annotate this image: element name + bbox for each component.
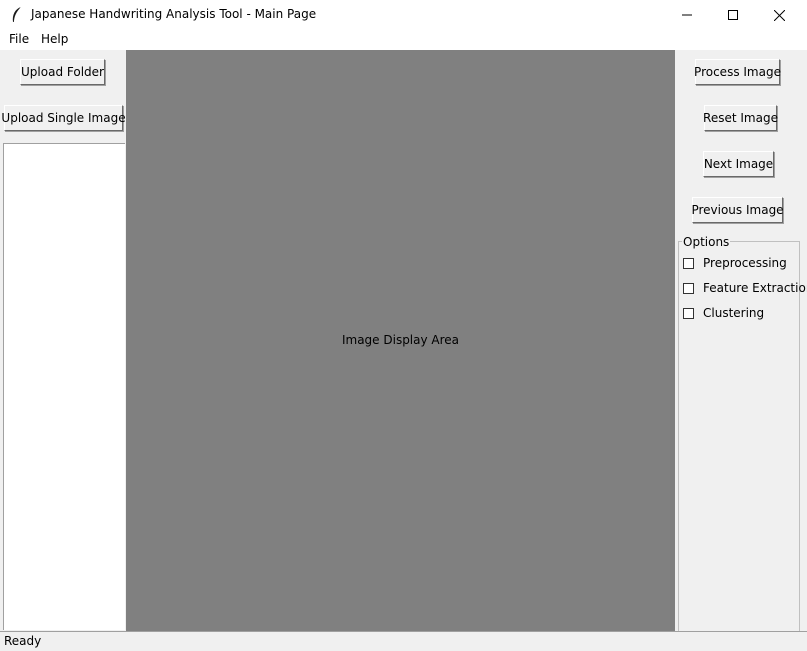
reset-image-button[interactable]: Reset Image [703,105,778,131]
right-panel: Process Image Reset Image Next Image Pre… [675,50,807,631]
menu-help[interactable]: Help [39,32,70,46]
checkbox-label: Clustering [703,306,765,320]
checkbox-label: Feature Extraction [703,281,807,295]
options-title: Options [682,235,731,249]
feather-icon [9,6,25,24]
menu-file[interactable]: File [7,32,31,46]
maximize-icon [728,10,738,20]
status-text: Ready [4,634,42,648]
window-title: Japanese Handwriting Analysis Tool - Mai… [31,7,317,21]
menu-bar: File Help [0,30,807,50]
preprocessing-checkbox[interactable]: Preprocessing [683,254,787,272]
maximize-button[interactable] [710,0,756,30]
minimize-button[interactable] [664,0,710,30]
checkbox-box[interactable] [683,257,694,269]
checkbox-box[interactable] [683,282,694,294]
upload-single-image-button[interactable]: Upload Single Image [1,105,126,131]
next-image-button[interactable]: Next Image [703,151,774,177]
close-icon [773,9,785,21]
left-panel: Upload Folder Upload Single Image [0,50,126,630]
title-bar[interactable]: Japanese Handwriting Analysis Tool - Mai… [0,0,807,30]
upload-folder-button[interactable]: Upload Folder [20,59,105,85]
checkbox-box[interactable] [683,307,694,319]
minimize-icon [682,14,692,16]
status-bar: Ready [0,631,807,651]
checkbox-label: Preprocessing [703,256,787,270]
main-window: Japanese Handwriting Analysis Tool - Mai… [0,0,807,651]
image-display-area[interactable]: Image Display Area [126,50,675,631]
feature-extraction-checkbox[interactable]: Feature Extraction [683,279,807,297]
previous-image-button[interactable]: Previous Image [691,197,784,223]
clustering-checkbox[interactable]: Clustering [683,304,764,322]
file-listbox[interactable] [3,143,125,630]
options-group: Options Preprocessing Feature Extraction… [678,235,807,631]
process-image-button[interactable]: Process Image [694,59,781,85]
image-area-placeholder: Image Display Area [341,333,460,347]
close-button[interactable] [756,0,802,30]
